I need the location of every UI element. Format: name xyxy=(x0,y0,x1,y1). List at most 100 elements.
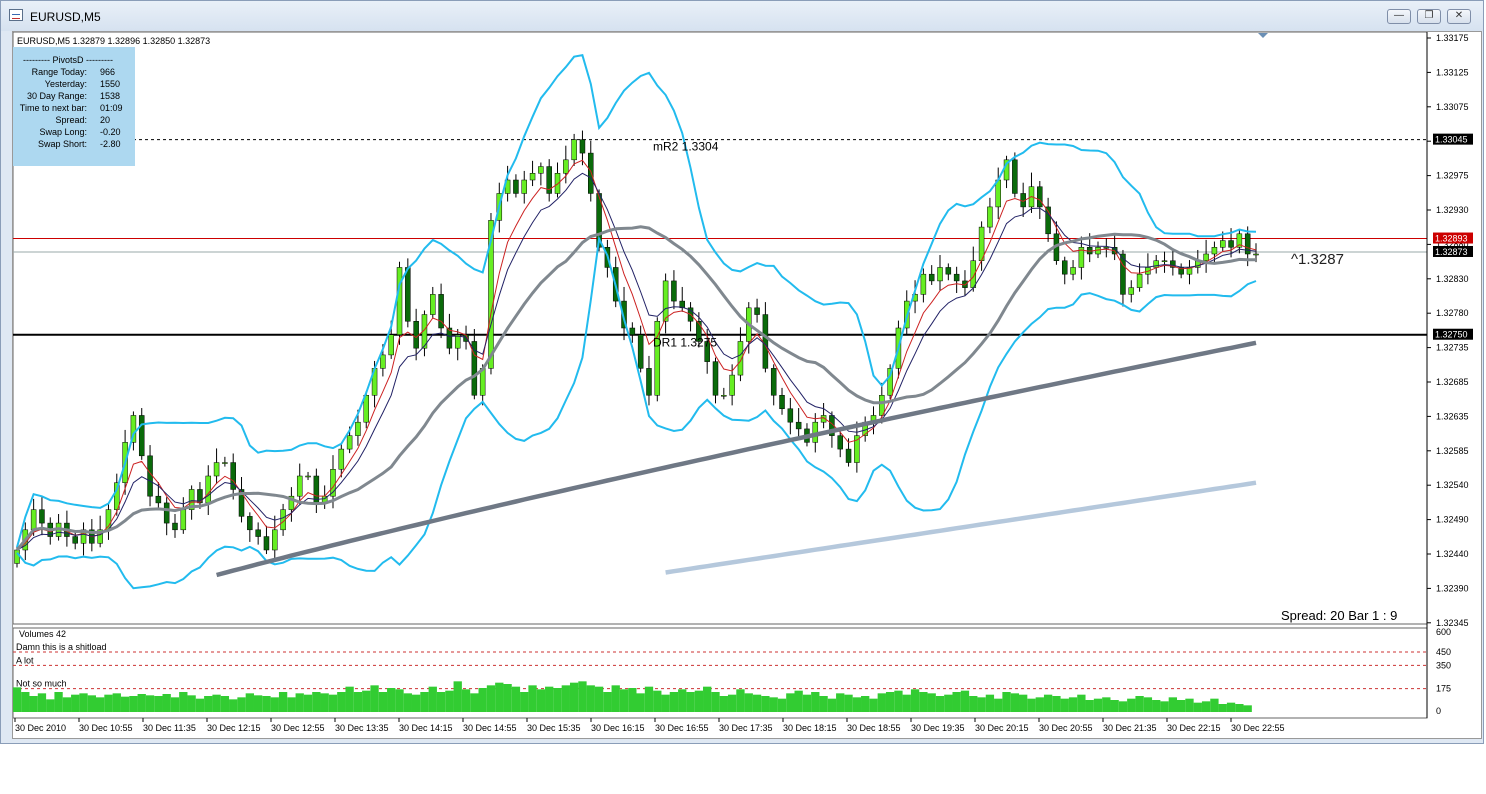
candle xyxy=(629,327,636,335)
volume-bar xyxy=(79,693,88,712)
volume-bar xyxy=(852,697,862,712)
volume-pane: Volumes 42 Damn this is a shitload A lot No… xyxy=(12,627,1428,719)
window-title: EURUSD,M5 xyxy=(30,10,101,24)
candle xyxy=(1061,260,1068,275)
volume-bar xyxy=(1160,701,1169,712)
candle xyxy=(30,509,37,531)
volume-bar xyxy=(661,694,670,712)
volume-threshold-label: Damn this is a shitload xyxy=(16,642,107,652)
volume-bar xyxy=(703,686,712,712)
shift-marker-icon[interactable] xyxy=(1258,33,1268,38)
candle xyxy=(380,354,386,369)
volume-bar xyxy=(320,693,329,712)
volume-bar xyxy=(777,698,787,712)
volume-bar xyxy=(1002,692,1011,712)
candle xyxy=(845,448,852,463)
volume-bar xyxy=(154,696,163,712)
volume-bar xyxy=(1226,702,1236,712)
volume-bar xyxy=(545,686,554,712)
volume-bar xyxy=(270,697,279,712)
volume-bar xyxy=(1052,696,1061,712)
candle xyxy=(920,273,927,295)
candle xyxy=(413,321,419,349)
price-tick-label: 1.32390 xyxy=(1436,583,1469,593)
volume-bar xyxy=(204,696,213,712)
volume-bar xyxy=(927,693,936,712)
volume-bar xyxy=(719,696,728,712)
volume-bar xyxy=(520,692,529,712)
volume-bar xyxy=(1093,698,1103,712)
chart-canvas[interactable]: mR2 1.3304 DR1 1.3275 ^1.3287 Spread: 20 Ba… xyxy=(12,31,1481,738)
time-tick-label: 30 Dec 15:35 xyxy=(527,723,581,733)
volume-bar xyxy=(644,686,654,712)
candle xyxy=(1161,260,1168,262)
volume-bar xyxy=(836,693,845,712)
volume-bar xyxy=(195,698,205,712)
time-tick-label: 30 Dec 21:35 xyxy=(1103,723,1157,733)
volume-bar xyxy=(1019,694,1028,712)
candle xyxy=(272,529,278,551)
minimize-button[interactable]: — xyxy=(1387,9,1411,24)
volume-bar xyxy=(811,692,820,712)
candle xyxy=(787,408,794,423)
candle xyxy=(671,280,677,302)
volume-bar xyxy=(786,693,795,712)
volume-bar xyxy=(62,697,72,712)
candle xyxy=(163,502,170,524)
volume-bar xyxy=(428,686,437,712)
candle xyxy=(1103,247,1110,249)
volume-axis-label: 350 xyxy=(1436,660,1451,670)
candle xyxy=(554,173,561,194)
volume-bar xyxy=(187,695,196,712)
candle xyxy=(1203,253,1209,261)
candle xyxy=(172,522,178,531)
time-tick-label: 30 Dec 2010 xyxy=(15,723,66,733)
pivot-value: 01:09 xyxy=(100,103,123,113)
candle xyxy=(1219,240,1226,248)
candle xyxy=(180,509,187,531)
ma-fast-red xyxy=(16,159,1257,551)
price-tick-label: 1.33125 xyxy=(1436,67,1469,77)
candle xyxy=(987,206,993,228)
price-tick-label: 1.32490 xyxy=(1436,515,1469,525)
candle xyxy=(588,152,594,194)
price-tick-label: 1.32975 xyxy=(1436,171,1469,181)
volume-bar xyxy=(819,696,828,712)
volume-bar xyxy=(145,695,155,712)
chart-area[interactable]: mR2 1.3304 DR1 1.3275 ^1.3287 Spread: 20 Ba… xyxy=(12,31,1482,739)
volume-bar xyxy=(1110,700,1119,712)
volume-bar xyxy=(910,689,920,712)
close-button[interactable]: ✕ xyxy=(1447,9,1471,24)
pivot-value: -0.20 xyxy=(100,127,121,137)
candle xyxy=(1037,186,1043,208)
time-tick-label: 30 Dec 16:15 xyxy=(591,723,645,733)
candle xyxy=(529,173,536,181)
volume-bar xyxy=(578,681,587,712)
price-tick-label: 1.32930 xyxy=(1436,205,1469,215)
volume-bar xyxy=(278,692,288,712)
volume-bar xyxy=(902,694,911,712)
pivot-label: Time to next bar: xyxy=(19,103,87,113)
volume-bar xyxy=(1060,698,1069,712)
candle xyxy=(1012,159,1018,194)
volume-bar xyxy=(686,692,695,712)
volume-bar xyxy=(170,697,180,712)
current-price-label: ^1.3287 xyxy=(1291,251,1344,268)
candle xyxy=(563,159,569,174)
volume-bar xyxy=(603,692,612,712)
volume-bar xyxy=(87,695,96,712)
pivot-label: Yesterday: xyxy=(44,79,87,89)
price-pane: mR2 1.3304 DR1 1.3275 ^1.3287 Spread: 20 Ba… xyxy=(12,31,1428,625)
candle xyxy=(754,307,760,315)
time-tick-label: 30 Dec 13:35 xyxy=(335,723,389,733)
candle xyxy=(296,475,303,497)
time-tick-label: 30 Dec 18:15 xyxy=(783,723,837,733)
volume-bar xyxy=(378,692,388,712)
volume-bar xyxy=(312,692,321,712)
restore-button[interactable]: ❐ xyxy=(1417,9,1441,24)
price-pane-frame xyxy=(12,31,1428,625)
volume-bar xyxy=(1085,700,1094,712)
volume-bar xyxy=(1193,702,1202,712)
volume-bar xyxy=(353,692,363,712)
volume-bar xyxy=(1210,698,1219,712)
